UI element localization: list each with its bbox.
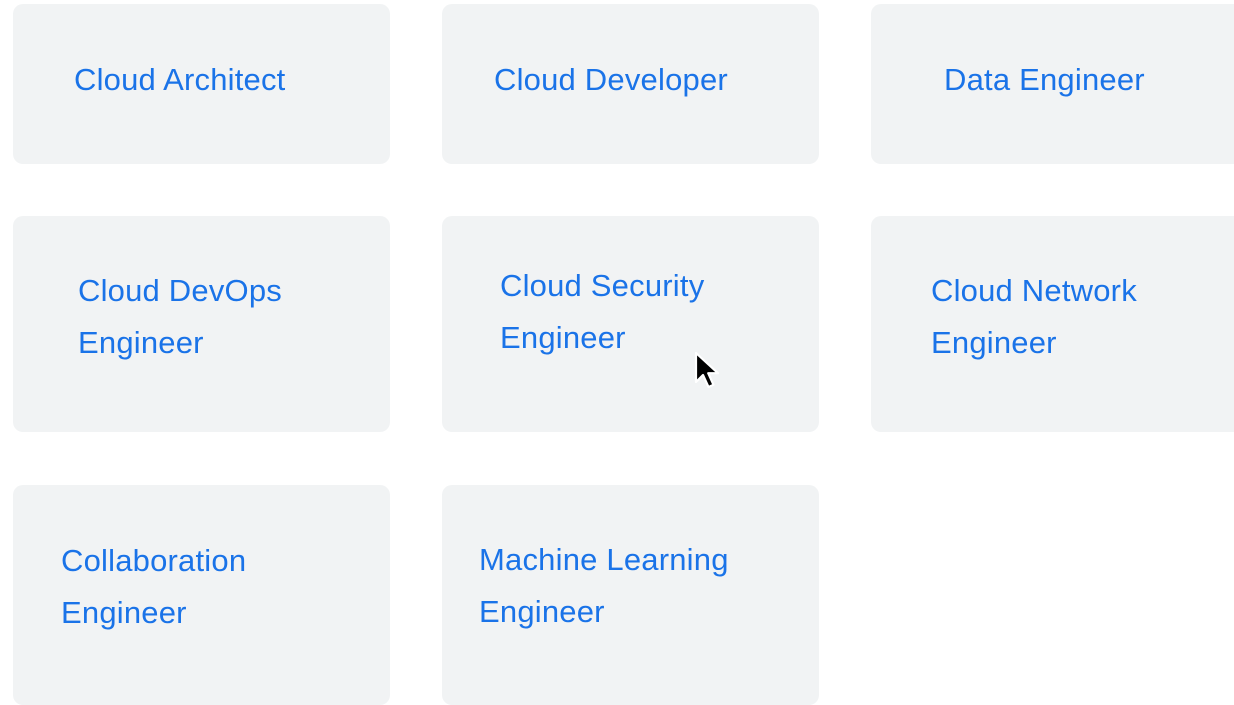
card-label-machine-learning-line2[interactable]: Engineer bbox=[479, 586, 605, 638]
card-cloud-network-engineer[interactable]: Cloud Network Engineer bbox=[871, 216, 1234, 432]
card-collaboration-engineer[interactable]: Collaboration Engineer bbox=[13, 485, 390, 705]
card-machine-learning-engineer[interactable]: Machine Learning Engineer bbox=[442, 485, 819, 705]
card-cloud-architect[interactable]: Cloud Architect bbox=[13, 4, 390, 164]
card-cloud-developer[interactable]: Cloud Developer bbox=[442, 4, 819, 164]
card-data-engineer[interactable]: Data Engineer bbox=[871, 4, 1234, 164]
card-label-cloud-developer[interactable]: Cloud Developer bbox=[494, 54, 728, 106]
card-cloud-devops-engineer[interactable]: Cloud DevOps Engineer bbox=[13, 216, 390, 432]
card-label-cloud-architect[interactable]: Cloud Architect bbox=[74, 54, 286, 106]
card-label-collaboration-line1[interactable]: Collaboration bbox=[61, 535, 246, 587]
card-label-cloud-security-line1[interactable]: Cloud Security bbox=[500, 260, 704, 312]
card-label-data-engineer[interactable]: Data Engineer bbox=[944, 54, 1145, 106]
card-cloud-security-engineer[interactable]: Cloud Security Engineer bbox=[442, 216, 819, 432]
card-label-cloud-network-line2[interactable]: Engineer bbox=[931, 317, 1057, 369]
card-label-cloud-security-line2[interactable]: Engineer bbox=[500, 312, 626, 364]
card-label-cloud-devops-line2[interactable]: Engineer bbox=[78, 317, 204, 369]
card-label-machine-learning-line1[interactable]: Machine Learning bbox=[479, 534, 729, 586]
card-label-cloud-network-line1[interactable]: Cloud Network bbox=[931, 265, 1137, 317]
card-label-cloud-devops-line1[interactable]: Cloud DevOps bbox=[78, 265, 282, 317]
card-label-collaboration-line2[interactable]: Engineer bbox=[61, 587, 187, 639]
